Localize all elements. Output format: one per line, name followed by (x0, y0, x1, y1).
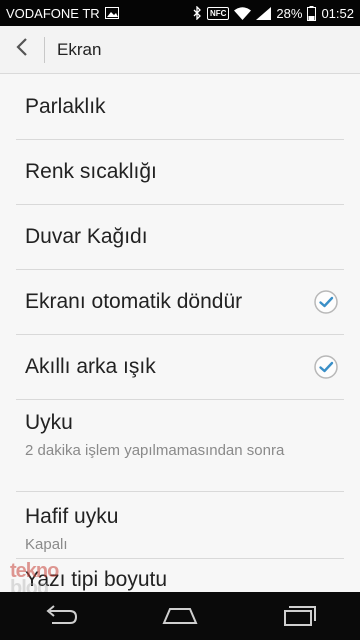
setting-title: Renk sıcaklığı (25, 160, 157, 183)
setting-sleep[interactable]: Uyku 2 dakika işlem yapılmamasından sonr… (16, 400, 344, 492)
auto-rotate-checkbox[interactable] (308, 289, 344, 315)
back-button[interactable] (0, 26, 44, 74)
bluetooth-icon (193, 6, 202, 20)
check-icon (314, 290, 338, 314)
home-nav-icon (162, 608, 198, 624)
check-icon (314, 355, 338, 379)
setting-light-sleep[interactable]: Hafif uyku Kapalı (16, 492, 344, 559)
carrier-label: VODAFONE TR (6, 5, 100, 21)
setting-smart-backlight[interactable]: Akıllı arka ışık (16, 335, 344, 400)
wifi-icon (234, 6, 252, 20)
navigation-bar (0, 592, 360, 640)
back-nav-icon (46, 605, 78, 624)
setting-title: Duvar Kağıdı (25, 225, 148, 248)
app-bar: Ekran (0, 26, 360, 74)
setting-auto-rotate[interactable]: Ekranı otomatik döndür (16, 270, 344, 335)
setting-brightness[interactable]: Parlaklık (16, 75, 344, 140)
nfc-icon: NFC (206, 6, 230, 20)
setting-title: Ekranı otomatik döndür (25, 290, 243, 313)
setting-subtitle: Kapalı (25, 536, 68, 553)
nav-recents-button[interactable] (270, 592, 330, 640)
setting-title: Yazı tipi boyutu (25, 568, 168, 591)
signal-icon (256, 6, 272, 20)
setting-title: Uyku (25, 411, 73, 434)
clock: 01:52 (321, 5, 354, 21)
image-icon (104, 7, 119, 19)
setting-title: Parlaklık (25, 95, 106, 118)
smart-backlight-checkbox[interactable] (308, 354, 344, 380)
setting-color-temperature[interactable]: Renk sıcaklığı (16, 140, 344, 205)
nav-home-button[interactable] (150, 592, 210, 640)
setting-subtitle: 2 dakika işlem yapılmamasından sonra (25, 442, 285, 459)
settings-list: Parlaklık Renk sıcaklığı Duvar Kağıdı Ek… (0, 75, 360, 599)
setting-title: Hafif uyku (25, 505, 119, 528)
page-title: Ekran (57, 39, 102, 59)
recents-nav-icon (284, 606, 316, 626)
setting-title: Akıllı arka ışık (25, 355, 156, 378)
status-bar: VODAFONE TR NFC 28% 01:52 (0, 0, 360, 26)
battery-percent: 28% (276, 5, 303, 21)
chevron-left-icon (16, 37, 28, 62)
setting-wallpaper[interactable]: Duvar Kağıdı (16, 205, 344, 270)
nav-back-button[interactable] (30, 592, 90, 640)
app-bar-divider (44, 36, 45, 63)
battery-icon (307, 5, 317, 21)
